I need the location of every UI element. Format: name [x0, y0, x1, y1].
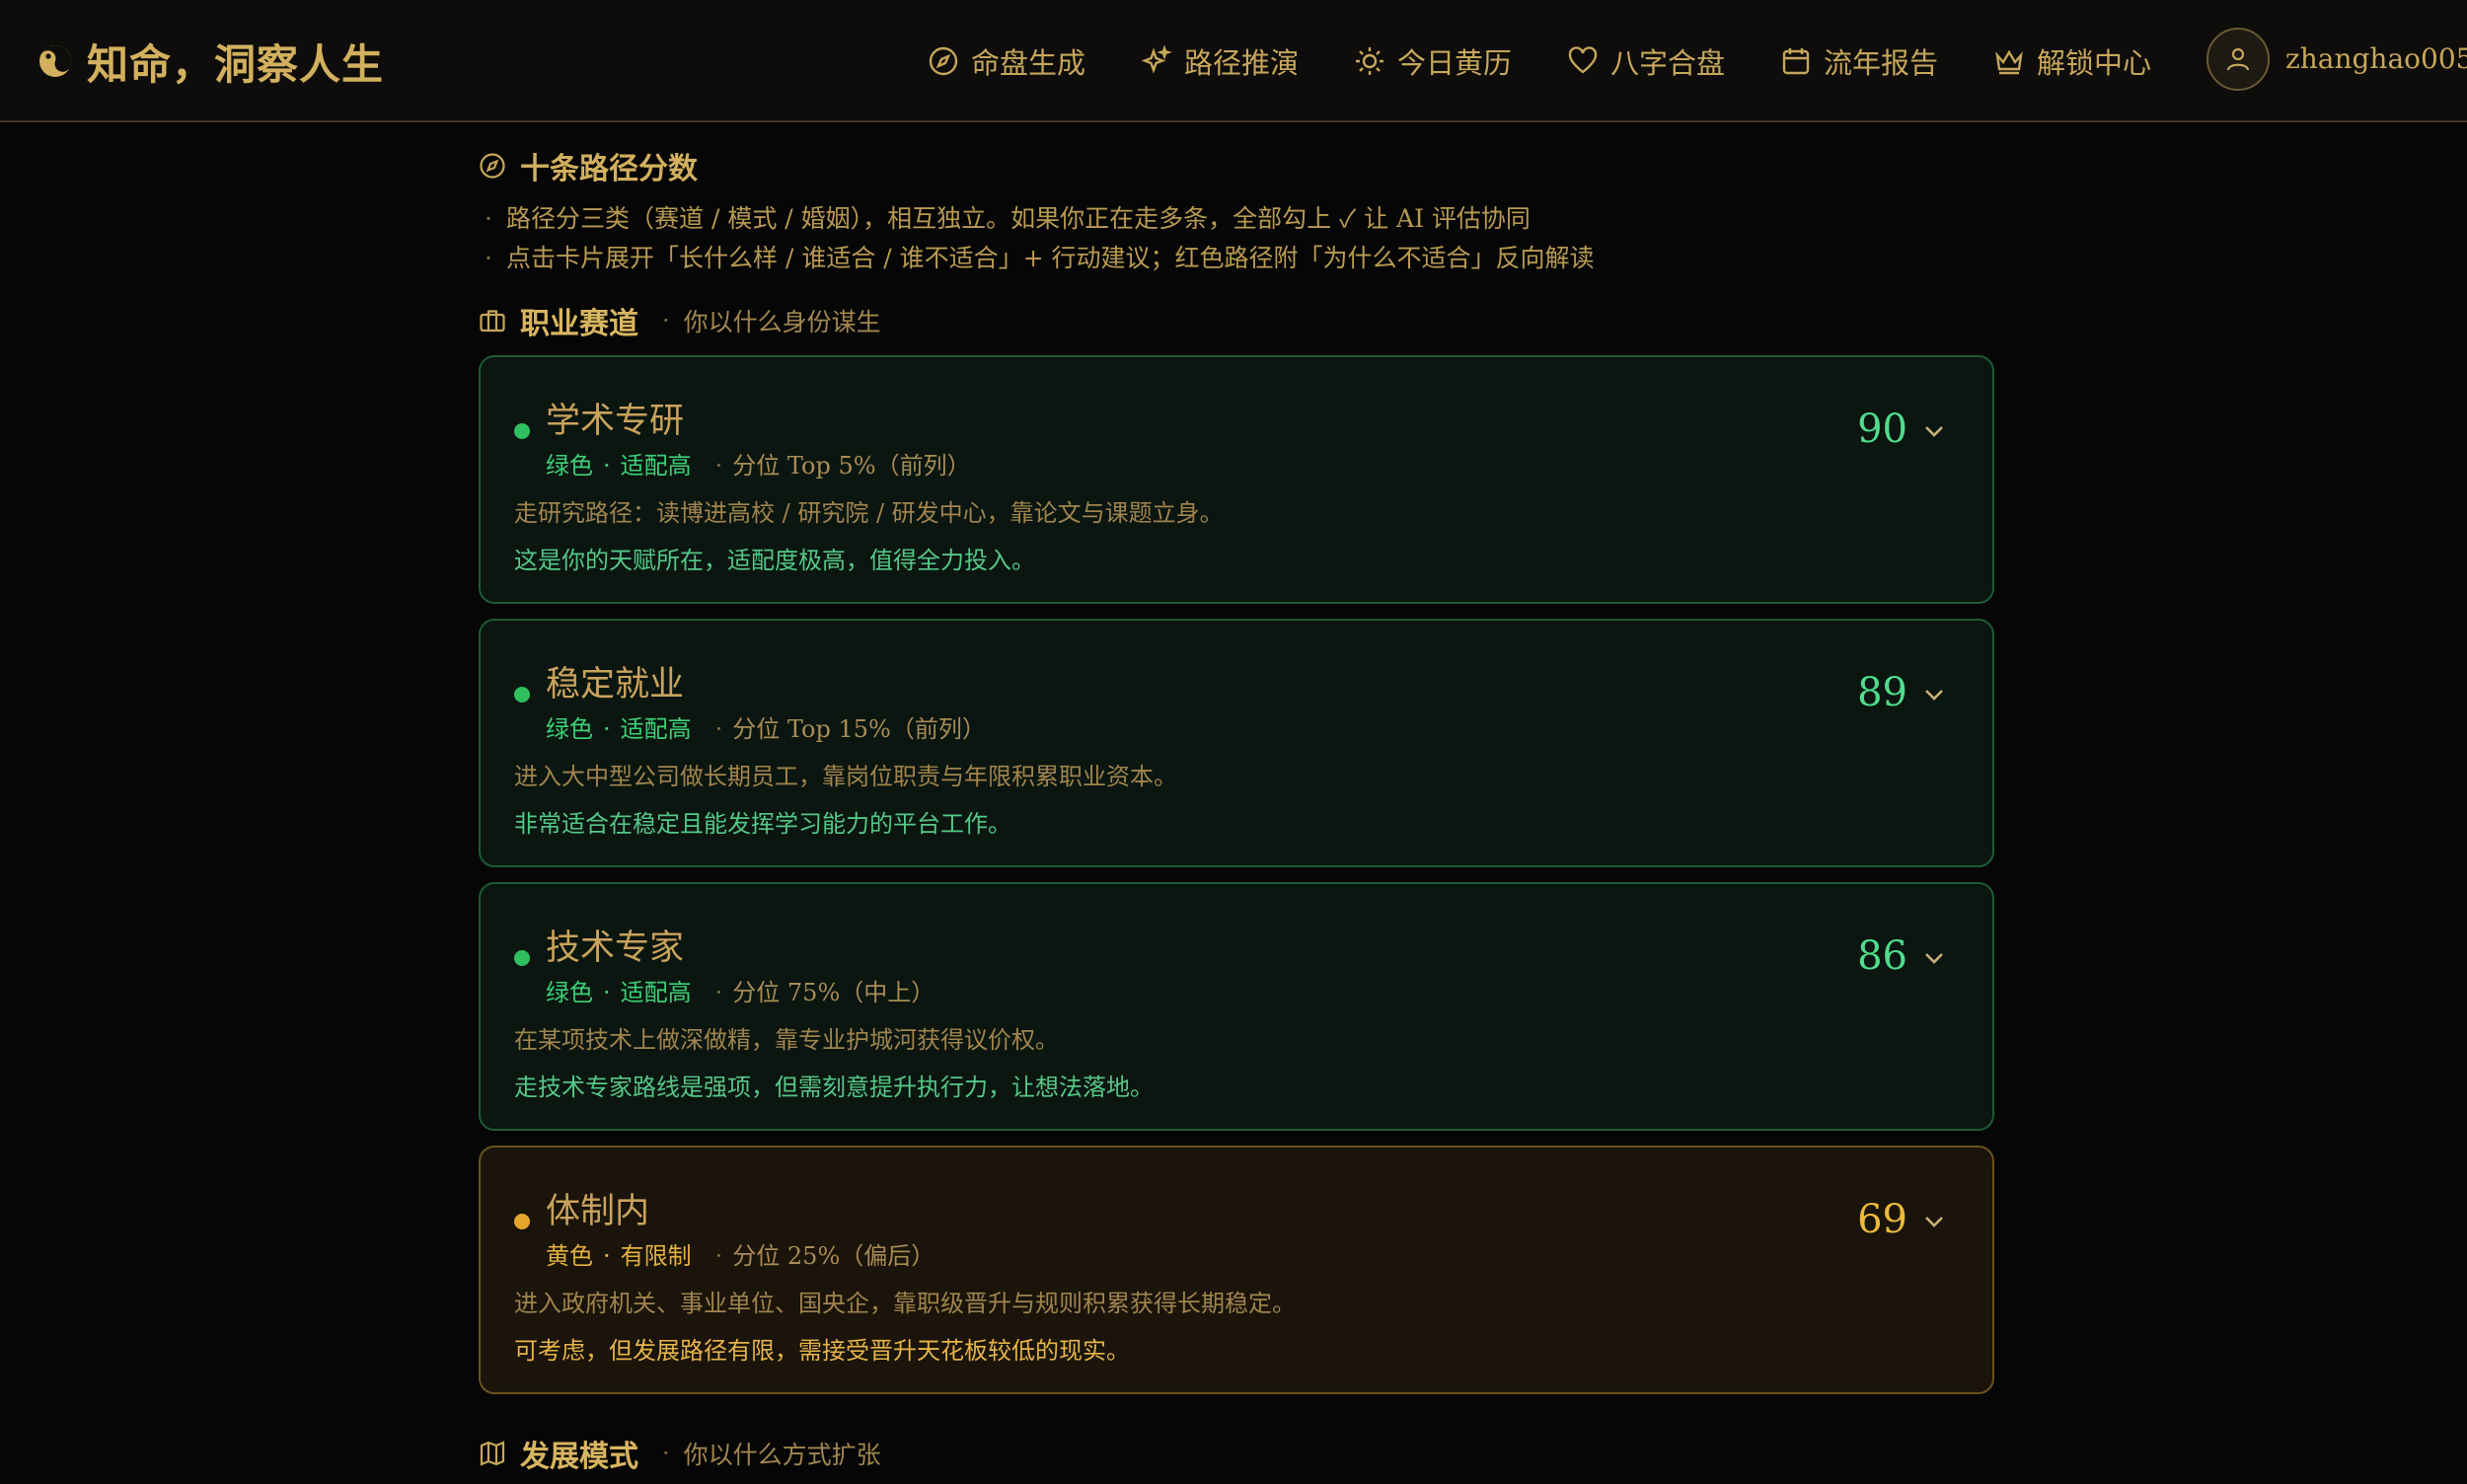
path-meta: 绿色 · 适配高 · 分位 Top 5%（前列）	[546, 446, 971, 481]
path-advice: 走技术专家路线是强项，但需刻意提升执行力，让想法落地。	[514, 1074, 1154, 1101]
path-description: 在某项技术上做深做精，靠专业护城河获得议价权。	[514, 1026, 1059, 1054]
note-item: · 路径分三类（赛道 / 模式 / 婚姻），相互独立。如果你正在走多条，全部勾上 …	[485, 204, 1531, 233]
tone-label: 绿色	[546, 715, 593, 743]
category-description: 你以什么方式扩张	[683, 1441, 881, 1469]
yin-yang-icon	[39, 45, 71, 77]
path-card[interactable]: 技术专家 绿色 · 适配高 · 分位 75%（中上） 在某项技术上做深做精，靠专业护城河…	[479, 882, 1994, 1131]
path-score: 86	[1857, 933, 1907, 979]
nav-item-compatibility[interactable]: 八字合盘	[1567, 32, 1725, 91]
username-label[interactable]: zhanghao005	[2285, 39, 2467, 79]
note-text: 路径分三类（赛道 / 模式 / 婚姻），相互独立。如果你正在走多条，全部勾上 ✓…	[506, 204, 1531, 233]
nav-label-chart: 命盘生成	[971, 46, 1086, 80]
path-advice: 非常适合在稳定且能发挥学习能力的平台工作。	[514, 810, 1011, 838]
path-card[interactable]: 体制内 黄色 · 有限制 · 分位 25%（偏后） 进入政府机关、事业单位、国央企，靠职…	[479, 1146, 1994, 1394]
nav-label-unlock-center: 解锁中心	[2037, 46, 2152, 80]
percentile-label: 分位 25%（偏后）	[732, 1242, 935, 1270]
sparkles-icon	[1141, 45, 1172, 74]
path-description: 走研究路径：读博进高校 / 研究院 / 研发中心，靠论文与课题立身。	[514, 499, 1224, 527]
compass-icon	[929, 46, 958, 76]
brand-title: 知命，洞察人生	[87, 39, 385, 89]
separator-dot: ·	[714, 979, 723, 1006]
user-icon	[2226, 47, 2250, 71]
path-score: 90	[1857, 407, 1907, 452]
heart-icon	[1568, 46, 1598, 74]
note-item: · 点击卡片展开「长什么样 / 谁适合 / 谁不适合」+ 行动建议；红色路径附「为…	[485, 244, 1595, 272]
category-name: 职业赛道	[520, 307, 638, 341]
path-meta: 绿色 · 适配高 · 分位 75%（中上）	[546, 973, 934, 1007]
status-dot	[514, 1214, 530, 1229]
compass-icon	[480, 153, 505, 179]
path-advice: 可考虑，但发展路径有限，需接受晋升天花板较低的现实。	[514, 1337, 1130, 1365]
nav-item-annual-report[interactable]: 流年报告	[1780, 32, 1938, 91]
section-title: 十条路径分数	[520, 152, 698, 186]
nav-item-path[interactable]: 路径推演	[1141, 32, 1299, 91]
nav-label-compatibility: 八字合盘	[1610, 46, 1726, 80]
fit-label: 适配高	[620, 979, 692, 1006]
section-heading: 十条路径分数	[479, 142, 698, 189]
tone-label: 绿色	[546, 979, 593, 1006]
percentile-label: 分位 Top 15%（前列）	[732, 715, 986, 743]
fit-label: 有限制	[620, 1242, 692, 1270]
path-name: 学术专研	[546, 402, 685, 441]
top-navigation-bar: 知命，洞察人生 命盘生成 路径推演 今日黄历 八字合盘 流年报告 解锁中心 zh…	[0, 0, 2467, 122]
separator-dot: ·	[603, 715, 611, 743]
nav-item-unlock-center[interactable]: 解锁中心	[1993, 32, 2151, 91]
section-notes: · 路径分三类（赛道 / 模式 / 婚姻），相互独立。如果你正在走多条，全部勾上 …	[485, 199, 1994, 278]
tone-label: 黄色	[546, 1242, 593, 1270]
nav-label-annual-report: 流年报告	[1824, 46, 1939, 80]
brand-logo-link[interactable]: 知命，洞察人生	[37, 30, 384, 93]
fit-label: 适配高	[620, 715, 692, 743]
fit-label: 适配高	[620, 452, 692, 480]
path-name: 稳定就业	[546, 665, 685, 705]
category-header-career: 职业赛道 · 你以什么身份谋生	[479, 296, 881, 345]
path-name: 体制内	[546, 1192, 650, 1231]
separator-dot: ·	[603, 979, 611, 1006]
nav-item-chart[interactable]: 命盘生成	[928, 32, 1085, 91]
chevron-down-icon[interactable]	[1921, 1209, 1947, 1234]
separator-dot: ·	[662, 307, 670, 334]
status-dot	[514, 950, 530, 966]
path-meta: 黄色 · 有限制 · 分位 25%（偏后）	[546, 1236, 934, 1271]
sun-icon	[1356, 47, 1383, 75]
separator-dot: ·	[662, 1440, 670, 1467]
user-avatar-button[interactable]	[2206, 28, 2270, 91]
chevron-down-icon[interactable]	[1921, 945, 1947, 971]
nav-label-almanac: 今日黄历	[1397, 46, 1513, 80]
category-header-growth-mode: 发展模式 · 你以什么方式扩张	[479, 1429, 881, 1478]
path-meta: 绿色 · 适配高 · 分位 Top 15%（前列）	[546, 709, 986, 744]
separator-dot: ·	[603, 452, 611, 480]
chevron-down-icon[interactable]	[1921, 418, 1947, 444]
note-text: 点击卡片展开「长什么样 / 谁适合 / 谁不适合」+ 行动建议；红色路径附「为什…	[506, 244, 1595, 272]
separator-dot: ·	[714, 1242, 723, 1270]
nav-item-almanac[interactable]: 今日黄历	[1354, 32, 1512, 91]
tone-label: 绿色	[546, 452, 593, 480]
percentile-label: 分位 Top 5%（前列）	[732, 452, 971, 480]
category-description: 你以什么身份谋生	[683, 308, 881, 336]
path-card[interactable]: 稳定就业 绿色 · 适配高 · 分位 Top 15%（前列） 进入大中型公司做长期员工，…	[479, 619, 1994, 867]
category-name: 发展模式	[520, 1440, 638, 1474]
separator-dot: ·	[603, 1242, 611, 1270]
status-dot	[514, 423, 530, 439]
status-dot	[514, 687, 530, 703]
path-description: 进入政府机关、事业单位、国央企，靠职级晋升与规则积累获得长期稳定。	[514, 1290, 1296, 1317]
percentile-label: 分位 75%（中上）	[732, 979, 935, 1006]
separator-dot: ·	[714, 452, 723, 480]
chevron-down-icon[interactable]	[1921, 682, 1947, 707]
calendar-icon	[1782, 48, 1810, 75]
crown-icon	[1995, 49, 2023, 75]
map-icon	[480, 1441, 505, 1466]
nav-label-path: 路径推演	[1184, 46, 1300, 80]
path-name: 技术专家	[546, 928, 685, 968]
path-advice: 这是你的天赋所在，适配度极高，值得全力投入。	[514, 547, 1035, 574]
path-description: 进入大中型公司做长期员工，靠岗位职责与年限积累职业资本。	[514, 763, 1177, 790]
briefcase-icon	[480, 310, 505, 333]
path-score: 69	[1857, 1197, 1907, 1242]
path-score: 89	[1857, 670, 1907, 715]
separator-dot: ·	[714, 715, 723, 743]
path-card[interactable]: 学术专研 绿色 · 适配高 · 分位 Top 5%（前列） 走研究路径：读博进高校 / …	[479, 355, 1994, 604]
